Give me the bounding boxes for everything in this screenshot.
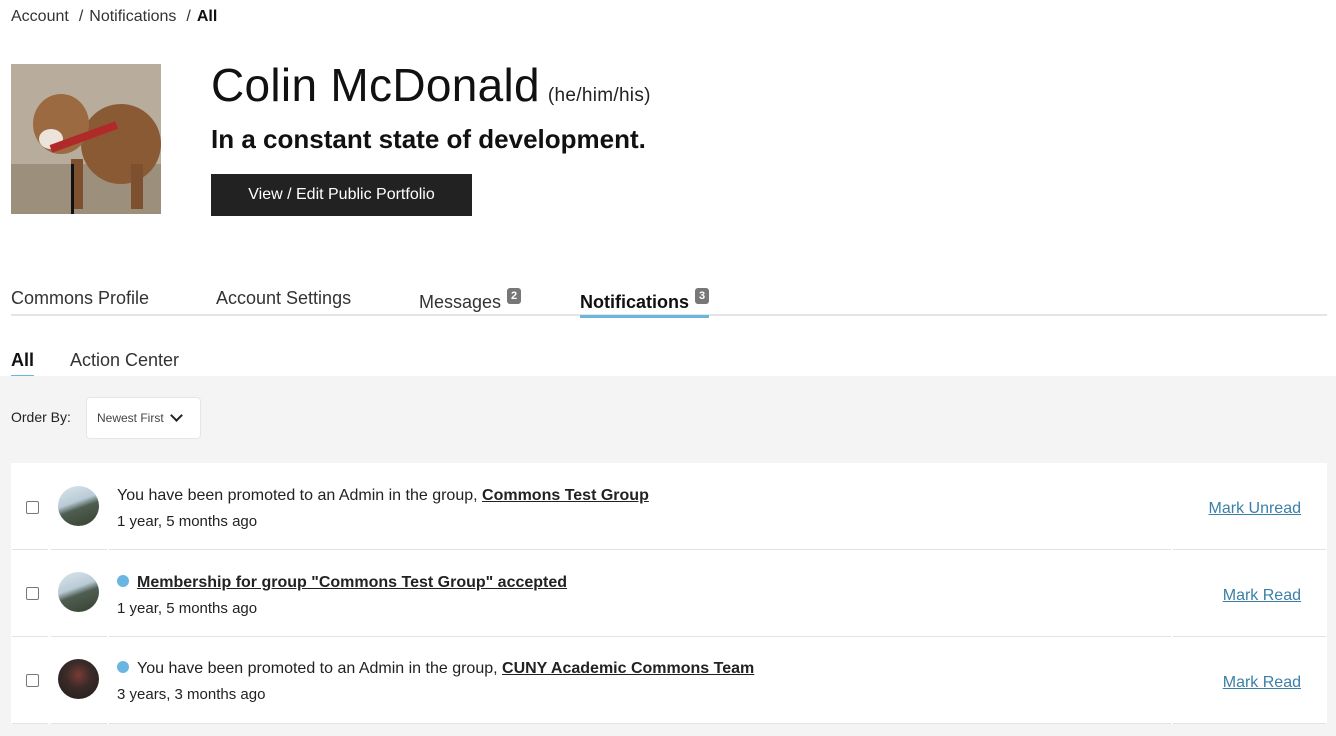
group-avatar — [58, 486, 99, 526]
chevron-down-icon — [169, 409, 183, 422]
notification-message: You have been promoted to an Admin in th… — [137, 660, 503, 677]
tab-label: Messages — [419, 292, 502, 312]
notification-checkbox[interactable] — [26, 501, 39, 514]
breadcrumb: Account / Notifications / All — [11, 8, 217, 26]
notifications-panel: Order By: Newest First You have been pro… — [0, 376, 1336, 736]
breadcrumb-notifications[interactable]: Notifications — [89, 8, 176, 26]
group-avatar — [58, 659, 99, 699]
notification-text: You have been promoted to an Admin in th… — [117, 660, 754, 678]
tab-messages[interactable]: Messages 2 — [419, 288, 522, 316]
row-divider — [109, 723, 1171, 724]
breadcrumb-current: All — [196, 8, 218, 25]
tab-label: Account Settings — [216, 288, 352, 308]
notifications-count-badge: 3 — [695, 288, 710, 304]
notification-link[interactable]: Membership for group "Commons Test Group… — [137, 574, 567, 591]
tab-commons-profile[interactable]: Commons Profile — [11, 288, 149, 316]
profile-tagline: In a constant state of development. — [211, 124, 646, 154]
notification-checkbox[interactable] — [26, 587, 39, 600]
breadcrumb-account[interactable]: Account — [11, 8, 69, 26]
order-by-label: Order By: — [11, 409, 71, 425]
mark-read-link[interactable]: Mark Read — [1223, 587, 1301, 605]
notification-time: 1 year, 5 months ago — [117, 600, 258, 617]
dog-photo-icon — [11, 64, 161, 214]
subtab-action-center[interactable]: Action Center — [70, 350, 179, 376]
group-avatar — [58, 572, 99, 612]
row-divider — [51, 723, 107, 724]
order-by-select[interactable]: Newest First — [86, 397, 201, 439]
profile-name-text: Colin McDonald — [211, 59, 540, 111]
tab-account-settings[interactable]: Account Settings — [216, 288, 351, 316]
notification-text: Membership for group "Commons Test Group… — [117, 574, 567, 592]
notification-link[interactable]: Commons Test Group — [482, 487, 649, 504]
unread-dot-icon — [117, 661, 129, 673]
notification-checkbox[interactable] — [26, 674, 39, 687]
notification-message: You have been promoted to an Admin in th… — [117, 487, 483, 504]
notification-row: You have been promoted to an Admin in th… — [11, 637, 1327, 724]
mark-unread-link[interactable]: Mark Unread — [1209, 500, 1301, 518]
notifications-table: You have been promoted to an Admin in th… — [11, 463, 1327, 724]
tab-label: Commons Profile — [11, 288, 150, 308]
breadcrumb-separator: / — [186, 8, 191, 25]
view-edit-portfolio-button[interactable]: View / Edit Public Portfolio — [211, 174, 472, 216]
row-divider — [12, 723, 48, 724]
order-by-value: Newest First — [97, 411, 164, 425]
tab-label: Notifications — [580, 292, 690, 312]
notification-row: You have been promoted to an Admin in th… — [11, 463, 1327, 550]
pronouns: (he/him/his) — [547, 85, 651, 106]
notification-row: Membership for group "Commons Test Group… — [11, 550, 1327, 637]
breadcrumb-separator: / — [78, 8, 84, 25]
profile-name: Colin McDonald (he/him/his) — [211, 58, 651, 112]
notification-time: 1 year, 5 months ago — [117, 513, 258, 530]
main-tabs: Commons Profile Account Settings Message… — [11, 284, 1327, 318]
notification-time: 3 years, 3 months ago — [117, 686, 266, 703]
unread-dot-icon — [117, 575, 129, 587]
tab-notifications[interactable]: Notifications 3 — [580, 288, 710, 318]
notification-text: You have been promoted to an Admin in th… — [117, 487, 649, 505]
subtab-all[interactable]: All — [11, 350, 35, 378]
notification-link[interactable]: CUNY Academic Commons Team — [502, 660, 754, 677]
mark-read-link[interactable]: Mark Read — [1223, 674, 1301, 692]
messages-count-badge: 2 — [507, 288, 522, 304]
profile-avatar — [11, 64, 161, 214]
row-divider — [1173, 723, 1326, 724]
